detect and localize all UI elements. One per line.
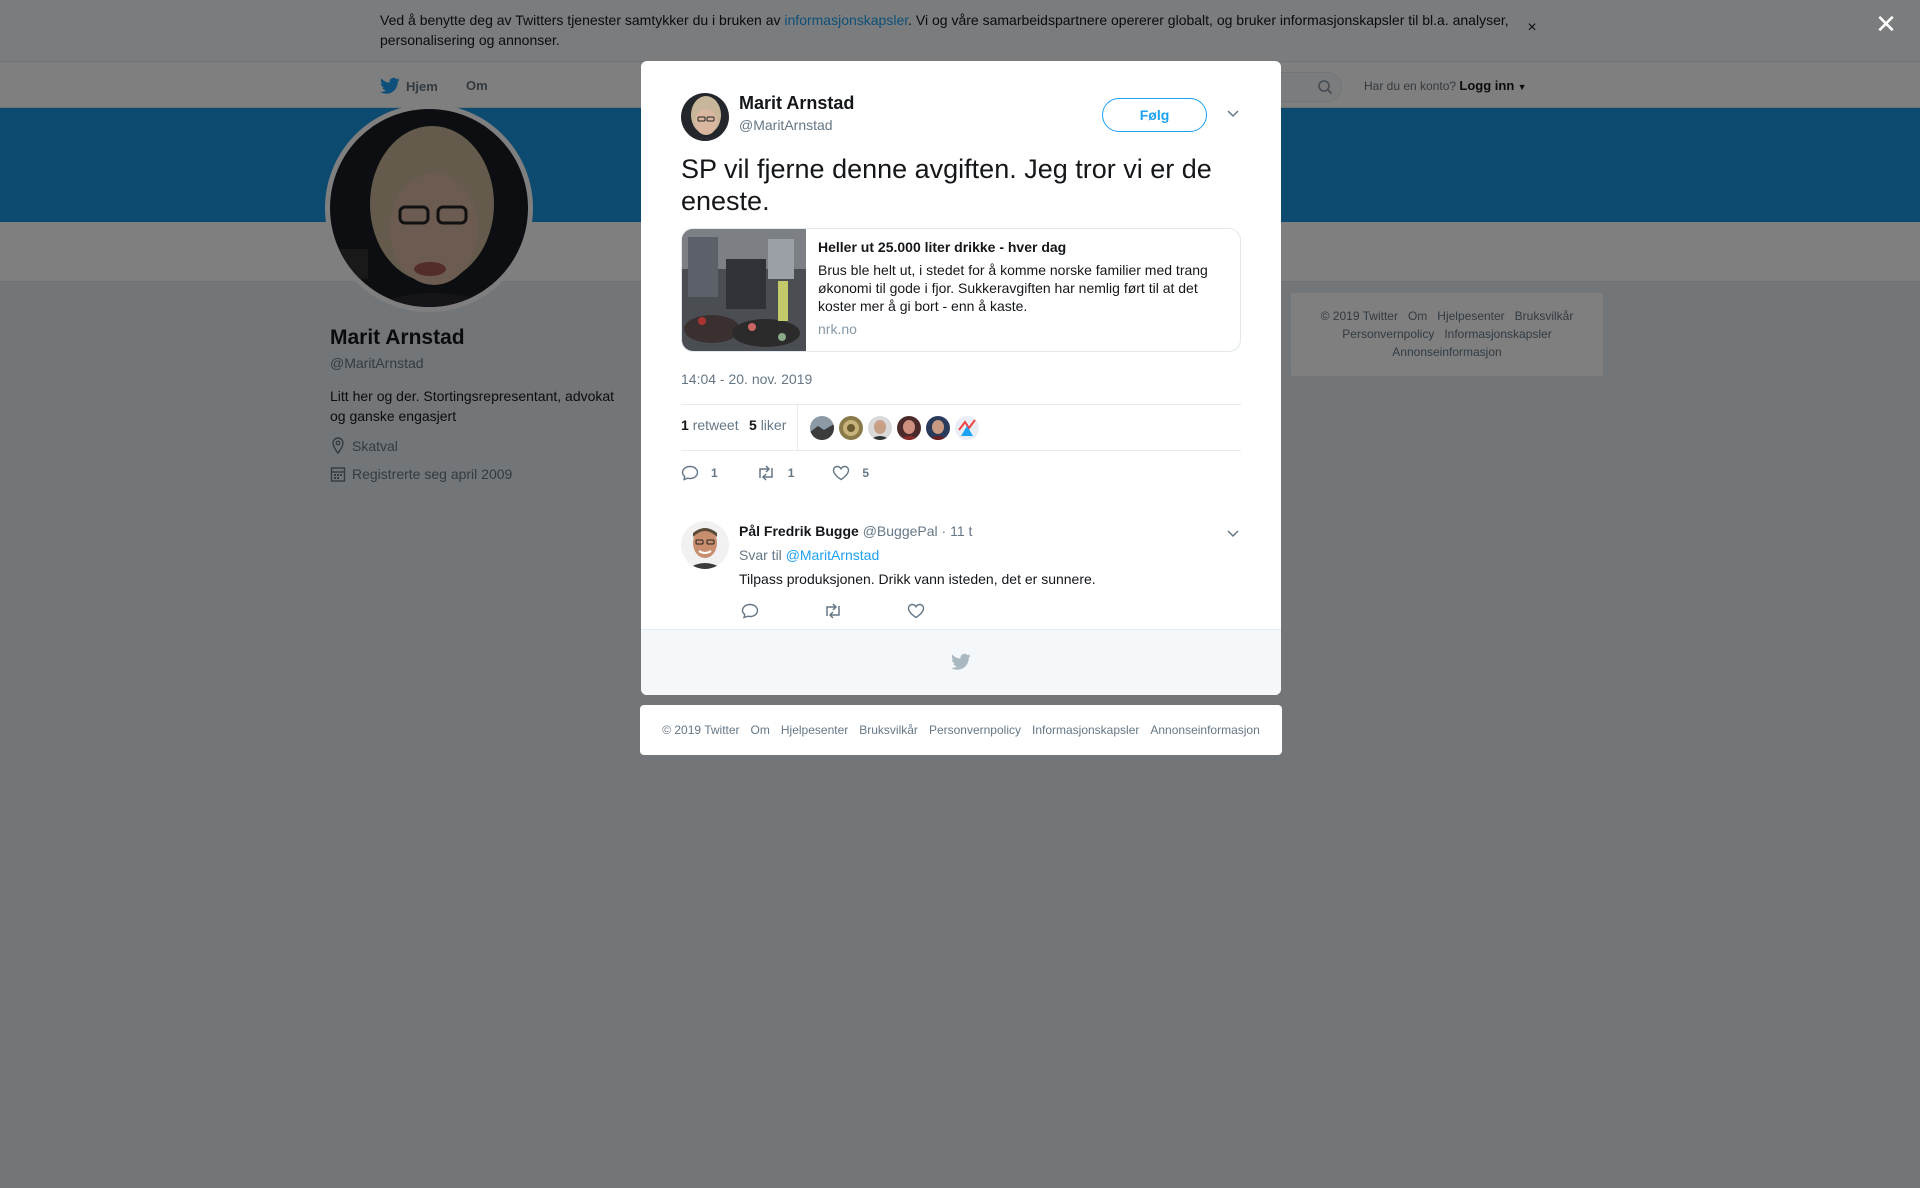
reply-author-name[interactable]: Pål Fredrik Bugge xyxy=(739,523,859,539)
link-card-image xyxy=(682,229,806,351)
liker-avatar[interactable] xyxy=(955,416,979,440)
like-count: 5 xyxy=(862,466,870,480)
reply-icon xyxy=(681,465,699,481)
like-button[interactable]: 5 xyxy=(832,465,869,481)
reply-time[interactable]: · 11 t xyxy=(942,523,973,539)
retweet-button[interactable]: 1 xyxy=(756,465,795,481)
retweet-stat-label: retweet xyxy=(692,417,739,433)
tweet-timestamp[interactable]: 14:04 - 20. nov. 2019 xyxy=(681,371,812,387)
reply-to: Svar til @MaritArnstad xyxy=(739,547,879,563)
chevron-down-icon[interactable] xyxy=(1225,525,1241,541)
tweet-actions: 1 1 5 xyxy=(681,463,907,483)
reply-tweet[interactable]: Pål Fredrik Bugge @BuggePal · 11 t Svar … xyxy=(641,513,1281,623)
footer-link-cookies[interactable]: Informasjonskapsler xyxy=(1032,723,1139,737)
link-card-title: Heller ut 25.000 liter drikke - hver dag xyxy=(818,239,1067,255)
footer-link-about[interactable]: Om xyxy=(751,723,770,737)
reply-icon[interactable] xyxy=(741,603,759,619)
tweet-modal: Marit Arnstad @MaritArnstad Følg SP vil … xyxy=(641,61,1281,695)
like-stat-count: 5 xyxy=(749,417,757,433)
footer-link-privacy[interactable]: Personvernpolicy xyxy=(929,723,1021,737)
modal-footer: © 2019 Twitter Om Hjelpesenter Bruksvilk… xyxy=(640,705,1282,755)
retweet-count: 1 xyxy=(787,466,795,480)
liker-avatar[interactable] xyxy=(926,416,950,440)
link-card-domain: nrk.no xyxy=(818,321,857,337)
reply-count: 1 xyxy=(711,466,718,480)
stats-divider xyxy=(797,405,798,450)
liker-avatar[interactable] xyxy=(897,416,921,440)
like-stat[interactable]: 5 liker xyxy=(749,417,786,433)
modal-bottom-bar xyxy=(641,629,1281,695)
reply-to-mention[interactable]: @MaritArnstad xyxy=(786,547,880,563)
tweet-text: SP vil fjerne denne avgiften. Jeg tror v… xyxy=(681,154,1212,216)
reply-text: Tilpass produksjonen. Drikk vann isteden… xyxy=(739,571,1096,587)
like-stat-label: liker xyxy=(760,417,787,433)
close-icon[interactable]: ✕ xyxy=(1874,11,1898,37)
heart-icon[interactable] xyxy=(907,603,925,619)
link-card-description: Brus ble helt ut, i stedet for å komme n… xyxy=(818,262,1208,314)
tweet-stats: 1 retweet 5 liker xyxy=(681,404,1241,451)
reply-to-label: Svar til xyxy=(739,547,782,563)
footer-link-help[interactable]: Hjelpesenter xyxy=(781,723,848,737)
follow-button[interactable]: Følg xyxy=(1102,98,1207,132)
liker-avatars xyxy=(810,416,979,440)
footer-copyright: © 2019 Twitter xyxy=(662,723,740,737)
liker-avatar[interactable] xyxy=(810,416,834,440)
liker-avatar[interactable] xyxy=(868,416,892,440)
retweet-stat[interactable]: 1 retweet xyxy=(681,417,739,433)
retweet-icon[interactable] xyxy=(823,603,843,619)
reply-button[interactable]: 1 xyxy=(681,465,718,481)
footer-link-ads[interactable]: Annonseinformasjon xyxy=(1150,723,1259,737)
tweet-author-name[interactable]: Marit Arnstad xyxy=(739,93,854,114)
liker-avatar[interactable] xyxy=(839,416,863,440)
reply-header: Pål Fredrik Bugge @BuggePal · 11 t xyxy=(739,523,972,539)
tweet-author-avatar[interactable] xyxy=(681,93,729,141)
reply-actions xyxy=(741,603,925,619)
author-photo xyxy=(681,93,729,141)
reply-author-photo xyxy=(681,521,729,569)
heart-icon xyxy=(833,465,850,481)
tweet-author-handle[interactable]: @MaritArnstad xyxy=(739,117,833,133)
footer-link-terms[interactable]: Bruksvilkår xyxy=(859,723,918,737)
chevron-down-icon[interactable] xyxy=(1225,105,1241,121)
retweet-stat-count: 1 xyxy=(681,417,689,433)
twitter-bird-icon xyxy=(951,653,971,670)
reply-author-avatar[interactable] xyxy=(681,521,729,569)
reply-author-handle[interactable]: @BuggePal xyxy=(863,523,938,539)
retweet-icon xyxy=(758,465,773,481)
link-card[interactable]: Heller ut 25.000 liter drikke - hver dag… xyxy=(681,228,1241,352)
